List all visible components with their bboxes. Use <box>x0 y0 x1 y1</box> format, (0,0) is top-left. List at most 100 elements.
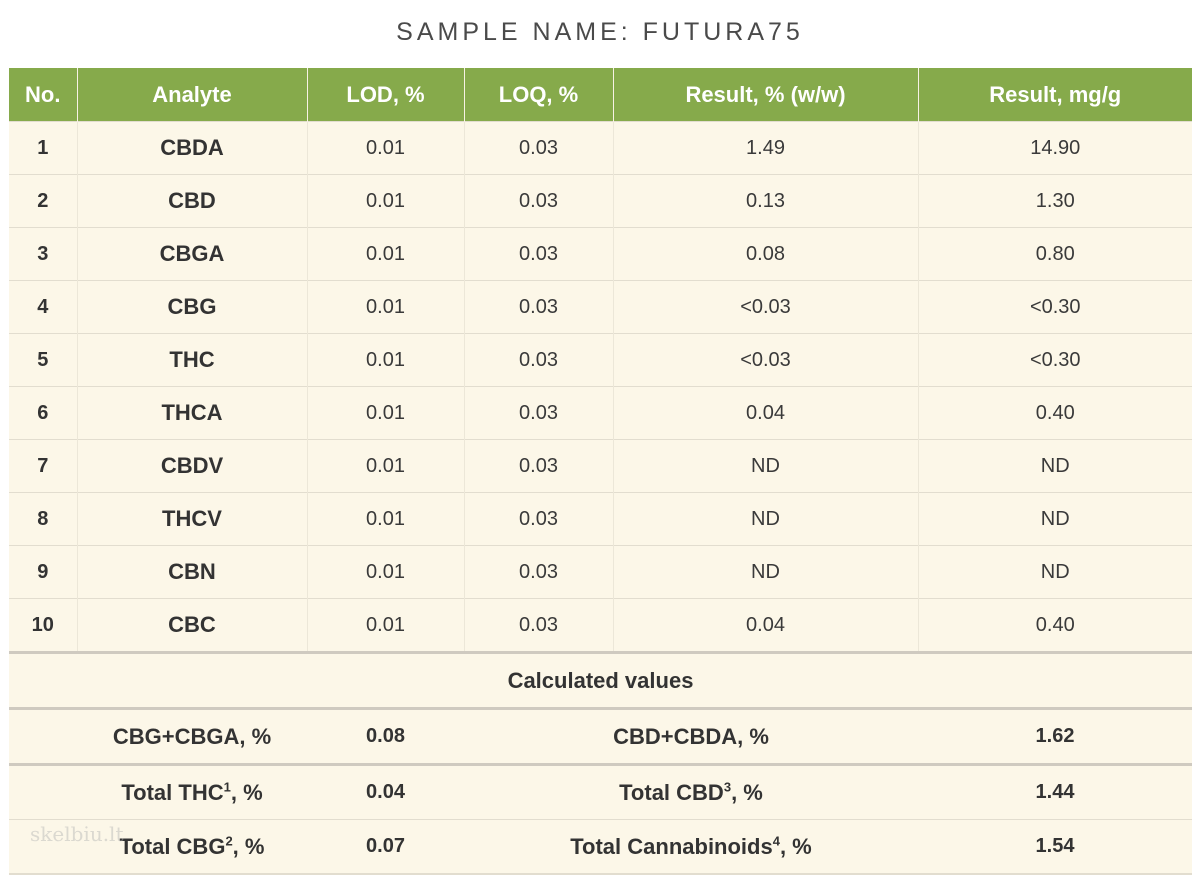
analyte-name: CBC <box>77 598 308 653</box>
lod-value: 0.01 <box>307 545 465 599</box>
loq-value: 0.03 <box>464 439 614 493</box>
calc-right-value: 1.54 <box>918 819 1192 875</box>
result-percent: ND <box>613 492 919 546</box>
calc-right-label: CBD+CBDA, % <box>464 707 918 765</box>
lod-value: 0.01 <box>307 174 465 228</box>
result-mg: ND <box>918 545 1192 599</box>
result-mg: ND <box>918 492 1192 546</box>
footnote-marker: 2 <box>225 833 233 849</box>
header-no: No. <box>9 68 78 122</box>
row-number: 2 <box>9 174 78 228</box>
footnote-marker: 4 <box>772 833 780 849</box>
result-mg: 14.90 <box>918 121 1192 175</box>
calc-row: CBG+CBGA, % 0.08 CBD+CBDA, % 1.62 <box>9 707 1192 765</box>
row-number: 7 <box>9 439 78 493</box>
footnote-marker: 1 <box>223 779 231 795</box>
lod-value: 0.01 <box>307 280 465 334</box>
row-number: 10 <box>9 598 78 653</box>
lod-value: 0.01 <box>307 333 465 387</box>
result-mg: 0.40 <box>918 386 1192 440</box>
calc-row: Total CBG2, % 0.07 Total Cannabinoids4, … <box>9 819 1192 875</box>
calc-row: Total THC1, % 0.04 Total CBD3, % 1.44 <box>9 763 1192 820</box>
calc-right-label: Total CBD3, % <box>464 763 918 820</box>
calc-spacer <box>9 707 77 765</box>
calc-right-value: 1.62 <box>918 707 1192 765</box>
calc-right-label-suffix: , % <box>731 779 763 805</box>
row-number: 1 <box>9 121 78 175</box>
row-number: 8 <box>9 492 78 546</box>
header-lod: LOD, % <box>307 68 465 122</box>
analyte-name: THCA <box>77 386 308 440</box>
calc-left-value: 0.07 <box>307 819 464 875</box>
analyte-name: THCV <box>77 492 308 546</box>
calc-right-label-text: Total CBD <box>619 779 724 805</box>
calc-right-label-suffix: , % <box>779 833 812 859</box>
row-number: 9 <box>9 545 78 599</box>
calc-left-label-text: Total THC <box>121 779 224 805</box>
header-result-percent: Result, % (w/w) <box>613 68 919 122</box>
table-row: 10 CBC 0.01 0.03 0.04 0.40 <box>9 598 1192 653</box>
header-loq: LOQ, % <box>464 68 614 122</box>
row-number: 5 <box>9 333 78 387</box>
result-mg: 0.40 <box>918 598 1192 653</box>
calculated-values-row: Calculated values <box>9 651 1192 709</box>
result-mg: 1.30 <box>918 174 1192 228</box>
calc-spacer <box>9 763 77 820</box>
lod-value: 0.01 <box>307 598 465 653</box>
footnote-marker: 3 <box>723 779 732 795</box>
calc-right-label-text: CBD+CBDA, % <box>613 723 769 749</box>
analyte-name: CBDV <box>77 439 308 493</box>
calc-left-value: 0.08 <box>307 707 464 765</box>
result-percent: 1.49 <box>613 121 919 175</box>
lod-value: 0.01 <box>307 121 465 175</box>
table-row: 1 CBDA 0.01 0.03 1.49 14.90 <box>9 121 1192 175</box>
analyte-name: CBDA <box>77 121 308 175</box>
result-percent: 0.08 <box>613 227 919 281</box>
loq-value: 0.03 <box>464 333 614 387</box>
result-mg: 0.80 <box>918 227 1192 281</box>
calculated-values-label: Calculated values <box>9 651 1192 709</box>
calc-right-value: 1.44 <box>918 763 1192 820</box>
result-percent: <0.03 <box>613 280 919 334</box>
result-percent: 0.13 <box>613 174 919 228</box>
loq-value: 0.03 <box>464 386 614 440</box>
result-percent: ND <box>613 439 919 493</box>
calculated-section: Calculated values CBG+CBGA, % 0.08 CBD+C… <box>9 651 1192 875</box>
calc-left-label-suffix: , % <box>230 779 263 805</box>
loq-value: 0.03 <box>464 492 614 546</box>
lod-value: 0.01 <box>307 386 465 440</box>
table-row: 2 CBD 0.01 0.03 0.13 1.30 <box>9 174 1192 228</box>
analyte-name: CBGA <box>77 227 308 281</box>
header-row: No. Analyte LOD, % LOQ, % Result, % (w/w… <box>9 68 1192 122</box>
result-percent: 0.04 <box>613 386 919 440</box>
loq-value: 0.03 <box>464 121 614 175</box>
result-percent: 0.04 <box>613 598 919 653</box>
result-mg: <0.30 <box>918 333 1192 387</box>
calc-right-label-text: Total Cannabinoids <box>570 833 773 859</box>
calc-left-label-text: Total CBG <box>119 833 226 859</box>
analyte-name: CBG <box>77 280 308 334</box>
row-number: 4 <box>9 280 78 334</box>
table-body: 1 CBDA 0.01 0.03 1.49 14.90 2 CBD 0.01 0.03 0.13 1.… <box>9 121 1192 653</box>
result-percent: ND <box>613 545 919 599</box>
lod-value: 0.01 <box>307 439 465 493</box>
loq-value: 0.03 <box>464 545 614 599</box>
analyte-name: THC <box>77 333 308 387</box>
result-mg: <0.30 <box>918 280 1192 334</box>
row-number: 6 <box>9 386 78 440</box>
calc-left-label-suffix: , % <box>232 833 265 859</box>
calc-left-label: CBG+CBGA, % <box>77 707 307 765</box>
table-row: 6 THCA 0.01 0.03 0.04 0.40 <box>9 386 1192 440</box>
result-percent: <0.03 <box>613 333 919 387</box>
table-row: 9 CBN 0.01 0.03 ND ND <box>9 545 1192 599</box>
loq-value: 0.03 <box>464 598 614 653</box>
lod-value: 0.01 <box>307 227 465 281</box>
calc-left-value: 0.04 <box>307 763 464 820</box>
analyte-name: CBD <box>77 174 308 228</box>
calc-left-label: Total THC1, % <box>77 763 307 820</box>
table-row: 3 CBGA 0.01 0.03 0.08 0.80 <box>9 227 1192 281</box>
sample-name-title: SAMPLE NAME: FUTURA75 <box>396 18 804 46</box>
cannabinoid-results-table-wrapper: No. Analyte LOD, % LOQ, % Result, % (w/w… <box>9 68 1192 875</box>
loq-value: 0.03 <box>464 227 614 281</box>
loq-value: 0.03 <box>464 280 614 334</box>
